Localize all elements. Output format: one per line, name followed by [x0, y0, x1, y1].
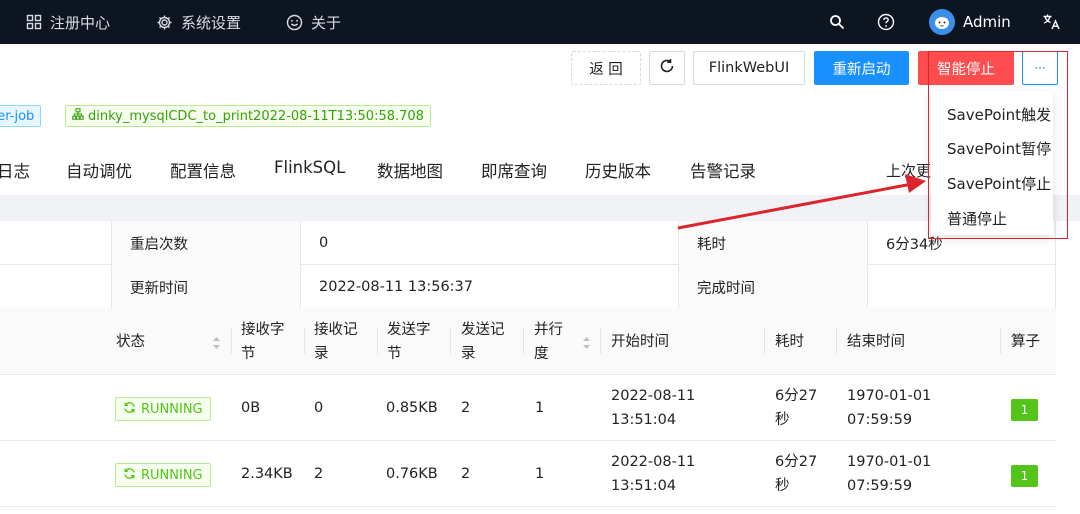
smile-icon — [286, 14, 303, 31]
sort-icon[interactable] — [582, 336, 591, 350]
tab-log[interactable]: 日志 — [0, 158, 30, 182]
nav-settings-label: 系统设置 — [181, 13, 242, 32]
col-start-time[interactable]: 开始时间 — [605, 308, 755, 375]
nav-system-settings[interactable]: 系统设置 — [156, 0, 241, 44]
user-menu[interactable]: Admin — [929, 0, 1011, 44]
job-name-tag: dinky_mysqlCDC_to_print2022-08-11T13:50:… — [65, 105, 431, 127]
cluster-icon — [72, 108, 84, 124]
restart-count-label: 重启次数 — [111, 221, 301, 265]
info-row: 更新时间 2022-08-11 13:56:37 完成时间 — [0, 265, 1056, 309]
menu-item-savepoint-stop[interactable]: SavePoint停止 — [947, 173, 1051, 194]
nav-about[interactable]: 关于 — [286, 0, 341, 44]
smart-stop-button[interactable]: 智能停止 — [918, 51, 1014, 85]
job-type-tag: per-job — [0, 105, 42, 127]
start-time-cell: 2022-08-11 13:51:04 — [611, 388, 696, 428]
section-divider — [0, 195, 1080, 221]
sort-icon[interactable] — [212, 336, 221, 350]
restart-count-value: 0 — [319, 235, 329, 251]
info-row: 重启次数 0 耗时 6分34秒 — [0, 221, 1056, 265]
job-name-label: dinky_mysqlCDC_to_print2022-08-11T13:50:… — [88, 108, 424, 124]
update-time-value: 2022-08-11 13:56:37 — [319, 279, 473, 295]
tab-history[interactable]: 历史版本 — [585, 158, 651, 182]
grid-icon — [26, 14, 42, 30]
avatar — [929, 9, 955, 35]
duration-label: 耗时 — [678, 221, 868, 265]
tab-data-map[interactable]: 数据地图 — [377, 158, 443, 182]
recv-bytes-cell: 0B — [241, 400, 261, 416]
tab-config[interactable]: 配置信息 — [170, 158, 236, 182]
status-badge: RUNNING — [115, 463, 211, 487]
help-icon[interactable] — [877, 0, 895, 44]
search-icon[interactable] — [829, 0, 845, 44]
finish-time-label: 完成时间 — [678, 265, 868, 309]
nav-about-label: 关于 — [311, 13, 342, 32]
language-icon[interactable] — [1042, 0, 1061, 44]
end-time-cell: 1970-01-01 07:59:59 — [847, 454, 932, 494]
nav-register-center[interactable]: 注册中心 — [26, 0, 110, 44]
menu-item-normal-stop[interactable]: 普通停止 — [947, 208, 1007, 229]
send-bytes-cell: 0.76KB — [386, 466, 438, 482]
last-update-label: 上次更 — [886, 162, 932, 180]
nav-register-label: 注册中心 — [50, 13, 111, 32]
menu-item-savepoint-pause[interactable]: SavePoint暂停 — [947, 138, 1051, 159]
tab-alerts[interactable]: 告警记录 — [690, 158, 756, 182]
refresh-button[interactable] — [649, 51, 685, 85]
col-recv-records[interactable]: 接收记录 — [308, 308, 378, 375]
send-bytes-cell: 0.85KB — [386, 400, 438, 416]
status-badge: RUNNING — [115, 397, 211, 421]
operator-badge[interactable]: 1 — [1011, 399, 1038, 421]
send-records-cell: 2 — [461, 466, 471, 482]
flink-web-ui-button[interactable]: FlinkWebUI — [693, 51, 805, 85]
table-row[interactable]: RUNNING 2.34KB 2 0.76KB 2 1 2022-08-11 13… — [0, 441, 1056, 507]
col-send-records[interactable]: 发送记录 — [455, 308, 525, 375]
col-duration[interactable]: 耗时 — [769, 308, 829, 375]
top-navigation-bar: 注册中心 系统设置 关于 Admin — [0, 0, 1080, 44]
table-row[interactable]: RUNNING 0B 0 0.85KB 2 1 2022-08-11 13:51:… — [0, 375, 1056, 441]
sync-icon — [123, 401, 136, 418]
col-end-time[interactable]: 结束时间 — [841, 308, 991, 375]
menu-item-savepoint-trigger[interactable]: SavePoint触发 — [947, 104, 1051, 125]
end-time-cell: 1970-01-01 07:59:59 — [847, 388, 932, 428]
update-time-label: 更新时间 — [111, 265, 301, 309]
tab-auto-tuning[interactable]: 自动调优 — [66, 158, 132, 182]
parallelism-cell: 1 — [535, 400, 545, 416]
finish-time-value — [868, 265, 1056, 309]
start-time-cell: 2022-08-11 13:51:04 — [611, 454, 696, 494]
refresh-icon — [659, 58, 675, 78]
col-send-bytes[interactable]: 发送字节 — [381, 308, 451, 375]
recv-records-cell: 2 — [314, 466, 324, 482]
tab-flinksql[interactable]: FlinkSQL — [274, 158, 345, 177]
gear-icon — [156, 14, 173, 31]
recv-records-cell: 0 — [314, 400, 324, 416]
recv-bytes-cell: 2.34KB — [241, 466, 293, 482]
restart-button[interactable]: 重新启动 — [814, 51, 909, 85]
send-records-cell: 2 — [461, 400, 471, 416]
duration-cell: 6分27 秒 — [775, 454, 818, 494]
tab-adhoc-query[interactable]: 即席查询 — [481, 158, 547, 182]
operator-badge[interactable]: 1 — [1011, 465, 1038, 487]
sync-icon — [123, 467, 136, 484]
col-recv-bytes[interactable]: 接收字节 — [235, 308, 305, 375]
col-operator[interactable]: 算子 — [1005, 308, 1055, 375]
parallelism-cell: 1 — [535, 466, 545, 482]
user-name: Admin — [963, 13, 1011, 31]
more-actions-button[interactable]: ··· — [1022, 51, 1058, 85]
table-header: 状态 接收字节 接收记录 发送字节 发送记录 并行度 开始时间 耗时 结束时间 … — [0, 308, 1056, 375]
more-actions-dropdown: SavePoint触发 SavePoint暂停 SavePoint停止 普通停止 — [931, 91, 1053, 235]
duration-cell: 6分27 秒 — [775, 388, 818, 428]
back-button[interactable]: 返 回 — [571, 51, 641, 85]
